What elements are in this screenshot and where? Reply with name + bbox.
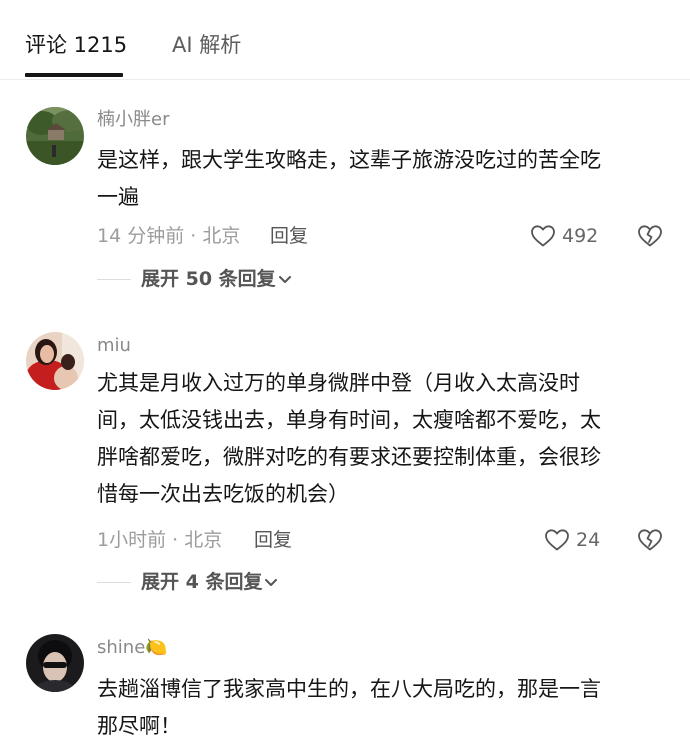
comment-time-location: 14 分钟前 · 北京 — [97, 225, 241, 247]
username[interactable]: 楠小胖er — [97, 108, 169, 132]
heart-icon[interactable] — [544, 528, 570, 552]
expand-replies-button[interactable]: 展开 4 条回复 — [141, 570, 278, 594]
tab-comments[interactable]: 评论 1215 — [25, 30, 127, 60]
expand-replies-button[interactable]: 展开 50 条回复 — [141, 267, 291, 291]
like-count: 492 — [562, 225, 599, 247]
reply-button[interactable]: 回复 — [270, 224, 308, 248]
lemon-icon: 🍋 — [145, 637, 168, 658]
username[interactable]: shine🍋 — [97, 636, 168, 660]
comment-time-location: 1小时前 · 北京 — [97, 529, 223, 551]
avatar[interactable] — [26, 332, 84, 390]
comment-text: 去趟淄博信了我家高中生的，在八大局吃的，那是一言 那尽啊！ — [97, 677, 601, 738]
comment-tabs: 评论 1215 AI 解析 — [0, 0, 690, 80]
active-tab-indicator — [25, 73, 123, 77]
comment-text: 尤其是月收入过万的单身微胖中登（月收入太高没时 间，太低没钱出去，单身有时间，太… — [97, 371, 601, 506]
chevron-down-icon — [278, 275, 291, 283]
tab-ai-analysis[interactable]: AI 解析 — [172, 30, 241, 60]
reply-button[interactable]: 回复 — [254, 528, 292, 552]
chevron-down-icon — [265, 578, 278, 586]
avatar[interactable] — [26, 107, 84, 165]
heart-icon[interactable] — [530, 224, 556, 248]
divider — [97, 582, 131, 583]
broken-heart-icon[interactable] — [637, 223, 663, 249]
comment-text: 是这样，跟大学生攻略走，这辈子旅游没吃过的苦全吃 一遍 — [97, 148, 601, 209]
like-count: 24 — [576, 529, 601, 551]
username[interactable]: miu — [97, 334, 131, 358]
broken-heart-icon[interactable] — [637, 527, 663, 553]
divider — [97, 279, 131, 280]
avatar[interactable] — [26, 634, 84, 692]
